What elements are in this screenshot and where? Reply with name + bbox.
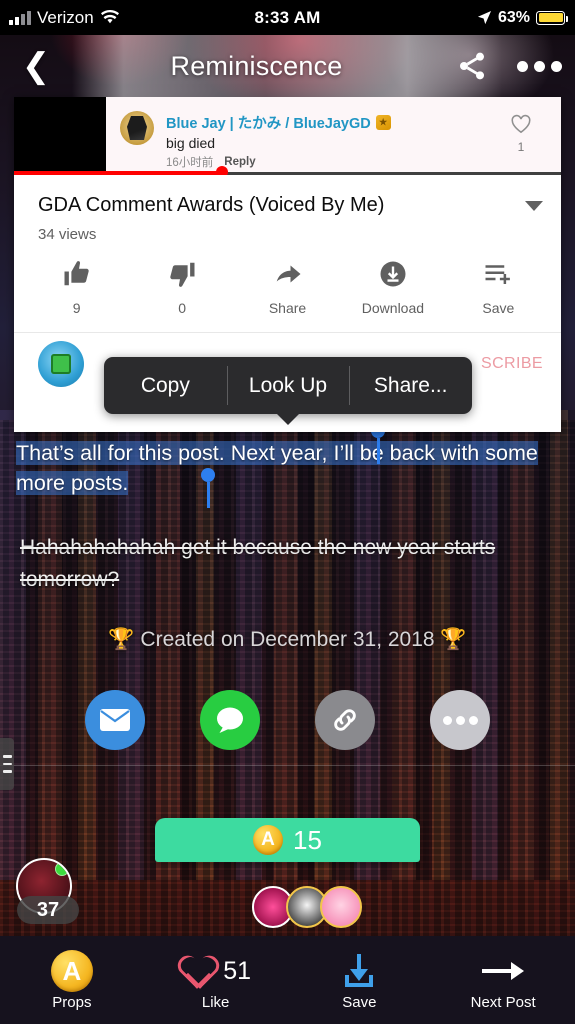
commenter-name-row[interactable]: Blue Jay | たかみ / BlueJayGD ★ xyxy=(166,112,495,133)
look-up-menu-item[interactable]: Look Up xyxy=(226,357,350,414)
share-menu-item[interactable]: Share... xyxy=(349,357,472,414)
share-action[interactable]: Share xyxy=(235,259,340,316)
carrier-label: Verizon xyxy=(37,7,94,27)
author-avatar-group[interactable]: 37 xyxy=(16,858,79,924)
save-label: Save xyxy=(342,994,377,1011)
hamburger-menu-icon[interactable] xyxy=(0,738,14,790)
contributor-avatars[interactable] xyxy=(252,886,362,928)
geometry-dash-avatar[interactable] xyxy=(38,341,84,387)
avatar[interactable] xyxy=(320,886,362,928)
more-options-button[interactable] xyxy=(503,60,575,72)
mail-share-icon[interactable] xyxy=(85,690,145,750)
like-label: Like xyxy=(201,994,230,1011)
commenter-avatar[interactable] xyxy=(120,111,154,145)
comment-reply-button[interactable]: Reply xyxy=(224,156,255,168)
download-icon xyxy=(342,954,376,988)
video-views: 34 views xyxy=(38,226,97,243)
selected-text-start: That’s all for this post. Next year, xyxy=(16,441,328,465)
copy-menu-item[interactable]: Copy xyxy=(104,357,227,414)
share-label: Share xyxy=(268,300,307,316)
comment-like-button[interactable]: 1 xyxy=(495,109,547,172)
status-bar: Verizon 8:33 AM 63% xyxy=(0,0,575,35)
save-button[interactable]: Save xyxy=(288,949,432,1011)
download-label: Download xyxy=(361,300,425,316)
post-paragraph-selected[interactable]: That’s all for this post. Next year, I’l… xyxy=(0,432,575,498)
created-date-label: 🏆 Created on December 31, 2018 🏆 xyxy=(108,628,467,651)
heart-outline-icon xyxy=(180,956,214,986)
share-icon xyxy=(460,52,484,80)
divider xyxy=(0,765,575,766)
props-label: Props xyxy=(52,994,92,1011)
verified-creator-badge: ★ xyxy=(375,115,391,130)
like-button[interactable]: 51 Like xyxy=(144,949,288,1012)
commenter-name: Blue Jay | たかみ / BlueJayGD xyxy=(166,116,371,132)
chevron-down-icon[interactable] xyxy=(525,201,543,211)
text-selection-menu[interactable]: Copy Look Up Share... xyxy=(104,357,472,425)
share-button[interactable] xyxy=(441,50,503,82)
more-share-icon[interactable] xyxy=(430,690,490,750)
wifi-icon xyxy=(100,10,119,24)
back-button[interactable]: ❮ xyxy=(0,49,72,83)
comment-text: big died xyxy=(166,135,216,151)
video-player[interactable]: Blue Jay | たかみ / BlueJayGD ★ big died 16… xyxy=(14,97,561,175)
post-paragraph-strikethrough[interactable]: Hahahahahahah get it because the new yea… xyxy=(0,498,575,596)
save-action[interactable]: Save xyxy=(446,259,551,316)
amino-coin-icon: A xyxy=(253,825,284,855)
comment-like-count: 1 xyxy=(517,140,525,154)
thumbs-down-icon xyxy=(170,262,195,287)
save-label: Save xyxy=(482,300,515,316)
speech-bubble-icon xyxy=(217,707,243,733)
battery-percent-label: 63% xyxy=(497,8,530,26)
comment-time: 16小时前 xyxy=(166,157,214,169)
download-circle-icon xyxy=(380,261,406,287)
share-targets-row xyxy=(0,690,575,750)
like-action[interactable]: 9 xyxy=(24,259,129,316)
copy-link-icon[interactable] xyxy=(315,690,375,750)
like-count: 51 xyxy=(223,956,252,985)
clock-label: 8:33 AM xyxy=(254,7,321,27)
subscribe-button[interactable]: SCRIBE xyxy=(481,355,543,373)
video-action-row: 9 0 Share Download Save xyxy=(14,243,561,316)
signal-bars-icon xyxy=(9,10,31,25)
dislike-action[interactable]: 0 xyxy=(129,259,234,316)
thumbs-up-icon xyxy=(64,261,89,286)
level-badge: 37 xyxy=(17,896,79,924)
amino-coin-icon: A xyxy=(50,950,93,992)
selection-handle-end[interactable] xyxy=(201,468,215,508)
chain-link-icon xyxy=(334,709,356,731)
video-progress-bar[interactable] xyxy=(14,166,561,175)
download-action[interactable]: Download xyxy=(340,259,445,316)
video-title: GDA Comment Awards (Voiced By Me) xyxy=(38,194,385,216)
props-count: 15 xyxy=(293,824,322,855)
next-post-label: Next Post xyxy=(470,994,536,1011)
props-banner[interactable]: A 15 xyxy=(155,818,420,862)
page-title: Reminiscence xyxy=(170,50,343,81)
dislike-count: 0 xyxy=(178,300,186,316)
more-horizontal-icon xyxy=(516,60,528,72)
bottom-action-bar: A Props 51 Like Save Next Post xyxy=(0,936,575,1024)
like-count: 9 xyxy=(72,300,81,316)
location-arrow-icon xyxy=(477,10,492,25)
next-post-button[interactable]: Next Post xyxy=(431,949,575,1011)
arrow-right-icon xyxy=(482,960,525,982)
navigation-bar: ❮ Reminiscence xyxy=(0,35,575,97)
heart-outline-icon xyxy=(511,114,531,134)
envelope-icon xyxy=(100,709,130,731)
post-content: That’s all for this post. Next year, I’l… xyxy=(0,432,575,652)
props-button[interactable]: A Props xyxy=(0,949,144,1011)
comment-overlay: Blue Jay | たかみ / BlueJayGD ★ big died 16… xyxy=(106,97,561,172)
messages-share-icon[interactable] xyxy=(200,690,260,750)
online-status-dot xyxy=(55,862,69,876)
battery-low-power-icon xyxy=(536,10,568,25)
save-playlist-icon xyxy=(485,265,511,284)
share-arrow-icon xyxy=(276,265,301,283)
